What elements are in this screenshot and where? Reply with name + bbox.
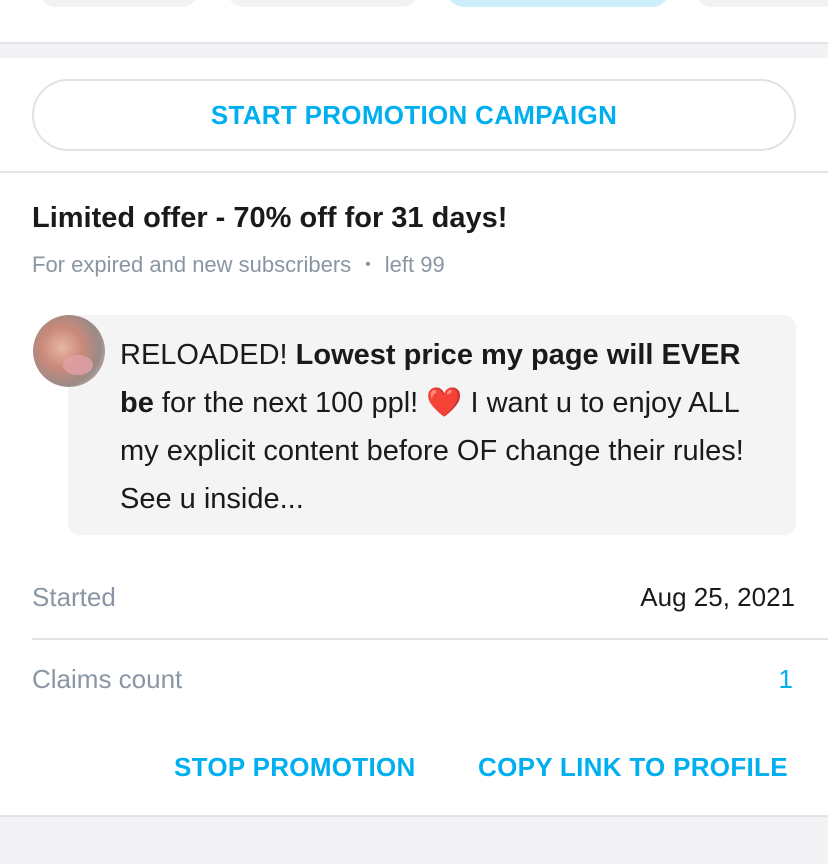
- filter-chip-strip: [0, 0, 828, 42]
- start-promotion-campaign-button[interactable]: START PROMOTION CAMPAIGN: [32, 79, 796, 151]
- filter-chip[interactable]: [694, 0, 828, 7]
- section-divider: [0, 815, 828, 864]
- copy-link-to-profile-button[interactable]: COPY LINK TO PROFILE: [478, 752, 788, 783]
- filter-chip-active[interactable]: [446, 0, 670, 7]
- offer-remaining: left 99: [384, 252, 445, 277]
- stop-promotion-button[interactable]: STOP PROMOTION: [174, 752, 416, 783]
- heart-icon: ❤️: [426, 387, 463, 419]
- avatar[interactable]: [33, 315, 105, 387]
- filter-chip[interactable]: [38, 0, 200, 7]
- separator-dot: •: [365, 256, 371, 273]
- offer-subtitle: For expired and new subscribers • left 9…: [32, 252, 445, 278]
- offer-title: Limited offer - 70% off for 31 days!: [32, 202, 508, 234]
- offer-audience: For expired and new subscribers: [32, 252, 352, 277]
- message-mid: for the next 100 ppl!: [153, 387, 427, 419]
- started-label: Started: [32, 582, 116, 612]
- claims-count-label: Claims count: [32, 664, 183, 694]
- row-divider: [32, 638, 828, 640]
- started-value: Aug 25, 2021: [640, 582, 795, 612]
- offer-message-bubble: RELOADED! Lowest price my page will EVER…: [68, 315, 796, 535]
- section-divider: [0, 42, 828, 58]
- divider: [0, 171, 828, 173]
- message-intro: RELOADED!: [120, 339, 296, 371]
- claims-count-value[interactable]: 1: [779, 664, 793, 695]
- filter-chip[interactable]: [226, 0, 420, 7]
